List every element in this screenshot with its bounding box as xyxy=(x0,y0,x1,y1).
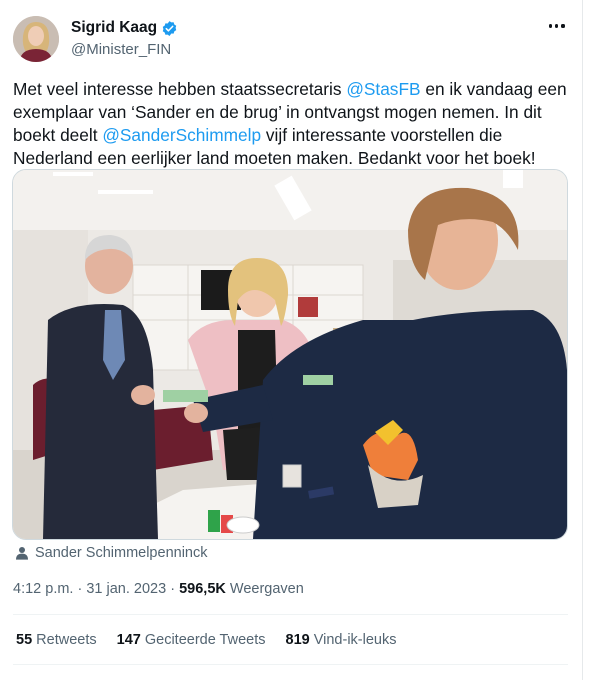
likes-stat[interactable]: 819 Vind-ik-leuks xyxy=(286,632,397,648)
likes-count: 819 xyxy=(285,632,310,648)
tweet-meta: 4:12 p.m. · 31 jan. 2023 · 596,5K Weerga… xyxy=(13,581,304,597)
mention-link[interactable]: @SanderSchimmelp xyxy=(102,125,261,145)
quote-tweets-stat[interactable]: 147 Geciteerde Tweets xyxy=(117,632,266,648)
retweets-count: 55 xyxy=(16,632,33,648)
retweets-label: Retweets xyxy=(36,632,97,648)
photo-credit[interactable]: Sander Schimmelpenninck xyxy=(14,545,207,561)
retweets-stat[interactable]: 55 Retweets xyxy=(16,632,97,648)
author-handle[interactable]: @Minister_FIN xyxy=(71,41,171,58)
meta-separator: · xyxy=(77,581,83,597)
avatar-image xyxy=(13,16,59,62)
verified-badge-icon xyxy=(162,20,177,36)
author-name-text[interactable]: Sigrid Kaag xyxy=(71,19,157,37)
photo-image xyxy=(13,170,567,539)
views-count: 596,5K xyxy=(179,581,226,597)
likes-label: Vind-ik-leuks xyxy=(313,632,397,648)
person-icon xyxy=(16,547,28,560)
quotes-label: Geciteerde Tweets xyxy=(144,632,266,648)
tweet-date[interactable]: 31 jan. 2023 xyxy=(86,581,166,597)
meta-separator: · xyxy=(170,581,176,597)
photo-credit-name[interactable]: Sander Schimmelpenninck xyxy=(35,545,207,561)
tweet-time[interactable]: 4:12 p.m. xyxy=(13,581,73,597)
views-label: Weergaven xyxy=(229,581,304,597)
quotes-count: 147 xyxy=(116,632,141,648)
tweet-stats: 55 Retweets 147 Geciteerde Tweets 819 Vi… xyxy=(16,632,396,648)
author-name[interactable]: Sigrid Kaag xyxy=(71,19,178,37)
tweet-photo[interactable] xyxy=(12,169,568,540)
more-options-icon[interactable] xyxy=(549,22,567,30)
tweet-text-segment: Met veel interesse hebben staatssecretar… xyxy=(13,79,347,99)
tweet-text: Met veel interesse hebben staatssecretar… xyxy=(13,78,573,170)
author-avatar[interactable] xyxy=(13,16,59,62)
divider xyxy=(13,664,568,665)
mention-link[interactable]: @StasFB xyxy=(346,79,420,99)
tweet-container: Sigrid Kaag @Minister_FIN Met veel inter… xyxy=(0,0,583,680)
divider xyxy=(13,614,568,615)
